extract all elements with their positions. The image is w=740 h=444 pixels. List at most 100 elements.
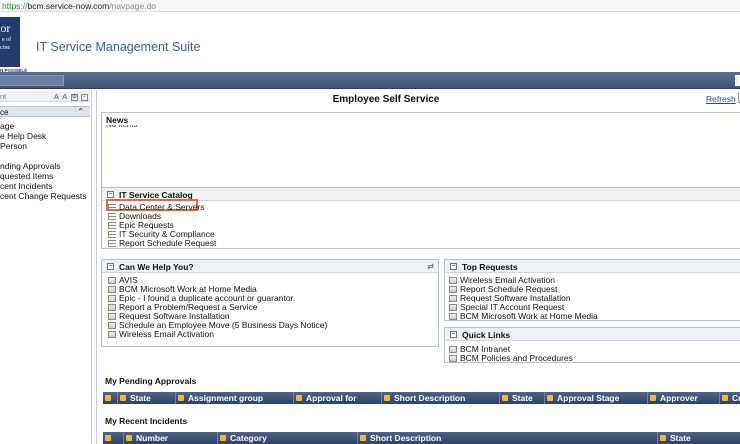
news-header: News [102, 113, 740, 126]
sort-icon [120, 395, 126, 401]
sidebar-item-homepage[interactable]: age [0, 121, 14, 131]
recent-incidents-title: My Recent Incidents [105, 416, 188, 426]
section-label: ce [0, 108, 9, 117]
collapse-icon[interactable]: − [107, 191, 114, 198]
collapse-all-icon[interactable]: − [81, 93, 88, 101]
url-host: bcm.service-now.com [27, 1, 110, 11]
pending-approvals-title: My Pending Approvals [105, 376, 197, 386]
column-header-status[interactable] [103, 432, 123, 444]
sort-icon [105, 395, 111, 401]
column-header-state-2[interactable]: State [499, 392, 544, 404]
refresh-icon[interactable]: ⇄ [427, 262, 434, 271]
recent-incidents-header-row: Number Category Short Description State [103, 432, 740, 444]
sort-icon [126, 435, 132, 441]
sort-icon [502, 395, 508, 401]
collapse-icon[interactable]: − [107, 263, 114, 270]
top-requests-title: Top Requests [462, 262, 518, 272]
nav-search-field[interactable] [0, 75, 64, 86]
sort-icon [384, 395, 390, 401]
double-chevron-up-icon[interactable]: ⌃ [77, 107, 84, 116]
document-icon [108, 304, 116, 311]
top-requests-panel: − Top Requests Wireless Email Activation… [444, 259, 740, 321]
document-icon [449, 286, 457, 293]
sidebar-item-recent-incidents[interactable]: cent Incidents [0, 181, 52, 191]
collapse-icon[interactable]: − [450, 331, 457, 338]
help-header: − Can We Help You? ⇄ [102, 260, 438, 273]
column-header-short-description[interactable]: Short Description [357, 432, 657, 444]
column-header-state[interactable]: State [117, 392, 175, 404]
sort-icon [220, 435, 226, 441]
quick-link-item[interactable]: BCM Policies and Procedures [449, 353, 573, 363]
sidebar-item-recent-change-requests[interactable]: cent Change Requests [0, 191, 86, 201]
sidebar-item-requested-items[interactable]: quested Items [0, 171, 53, 181]
app-title: IT Service Management Suite [36, 40, 201, 54]
sort-icon [105, 435, 111, 441]
top-requests-header: − Top Requests [445, 260, 740, 273]
column-header-category[interactable]: Category [217, 432, 357, 444]
column-header-short-description[interactable]: Short Description [381, 392, 499, 404]
column-header-approval-for[interactable]: Approval for [293, 392, 381, 404]
app-header: lor e of cine N POSSIBLE IT Service Mana… [0, 13, 740, 73]
help-title: Can We Help You? [119, 262, 194, 272]
sort-icon [722, 395, 728, 401]
document-icon [449, 295, 457, 302]
sort-icon [360, 435, 366, 441]
application-navigator: nt A A ⚙ − ce ⌃ age e Help Desk Person n… [0, 90, 92, 444]
news-title: News [106, 115, 129, 125]
top-nav-bar [0, 72, 740, 89]
navigator-filter[interactable]: nt A A ⚙ − [0, 91, 90, 102]
document-icon [449, 313, 457, 320]
document-icon [449, 304, 457, 311]
url-path: /navpage.do [109, 1, 157, 11]
main-content: Employee Self Service Refresh News No it… [96, 90, 740, 444]
document-icon [108, 295, 116, 302]
news-empty-text: No items [106, 125, 138, 130]
category-icon [108, 213, 116, 220]
category-icon [108, 222, 116, 229]
page-title: Employee Self Service [332, 94, 440, 105]
document-icon [449, 355, 457, 362]
refresh-link[interactable]: Refresh [706, 94, 736, 104]
quick-links-panel: − Quick Links BCM Intranet BCM Policies … [444, 327, 740, 363]
column-header-status[interactable] [103, 392, 117, 404]
news-panel: News No items [101, 112, 740, 188]
settings-icon[interactable]: ⚙ [70, 93, 78, 101]
document-icon [108, 286, 116, 293]
column-header-state[interactable]: State [657, 432, 740, 444]
column-header-assignment-group[interactable]: Assignment group [175, 392, 293, 404]
navigator-section-header[interactable]: ce ⌃ [0, 106, 90, 117]
sort-icon [660, 435, 666, 441]
help-item[interactable]: Wireless Email Activation [108, 329, 214, 339]
column-header-number[interactable]: Number [123, 432, 217, 444]
top-request-item[interactable]: BCM Microsoft Work at Home Media [449, 311, 598, 321]
catalog-item[interactable]: Report Schedule Request [108, 238, 216, 248]
page: https://bcm.service-now.com/navpage.do l… [0, 0, 740, 444]
college-logo[interactable]: lor e of cine [0, 17, 20, 67]
quick-links-header: − Quick Links [445, 328, 740, 341]
service-catalog-panel: − IT Service Catalog Data Center & Serve… [101, 187, 740, 249]
sort-icon [650, 395, 656, 401]
filter-label: nt [0, 92, 7, 101]
url-scheme: https:// [2, 1, 28, 11]
sidebar-item-person[interactable]: Person [0, 141, 27, 151]
document-icon [108, 313, 116, 320]
sort-icon [547, 395, 553, 401]
collapse-icon[interactable]: − [450, 263, 457, 270]
font-size-tools[interactable]: A A ⚙ − [54, 92, 88, 101]
quick-links-title: Quick Links [462, 330, 511, 340]
document-icon [108, 322, 116, 329]
category-icon [108, 240, 116, 247]
document-icon [449, 346, 457, 353]
address-bar[interactable]: https://bcm.service-now.com/navpage.do [0, 0, 740, 12]
document-icon [449, 277, 457, 284]
pending-approvals-header-row: State Assignment group Approval for Shor… [103, 392, 740, 404]
category-icon [108, 204, 116, 211]
column-header-created[interactable]: Cre [719, 392, 740, 404]
sidebar-item-pending-approvals[interactable]: nding Approvals [0, 161, 61, 171]
help-panel: − Can We Help You? ⇄ AVIS BCM Microsoft … [101, 259, 439, 347]
document-icon [108, 277, 116, 284]
column-header-approval-stage[interactable]: Approval Stage [544, 392, 647, 404]
nav-menu-button[interactable] [735, 75, 740, 86]
column-header-approver[interactable]: Approver [647, 392, 719, 404]
sidebar-item-help-desk[interactable]: e Help Desk [0, 131, 46, 141]
